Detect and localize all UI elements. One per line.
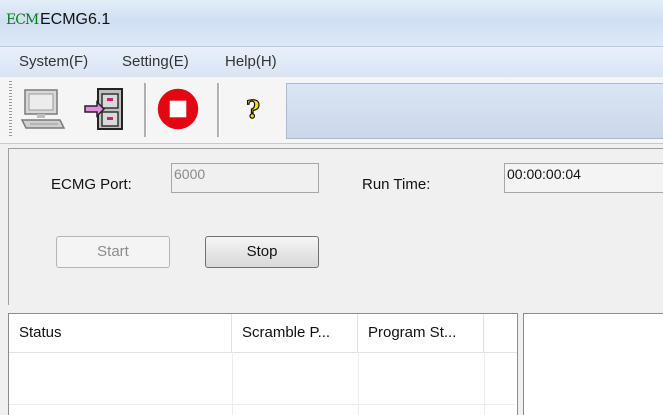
ecmg-port-label: ECMG Port:	[51, 176, 132, 193]
run-time-field: 00:00:00:04	[504, 163, 663, 193]
filing-cabinet-icon[interactable]	[82, 83, 128, 135]
stop-icon[interactable]	[155, 83, 201, 135]
toolbar-separator	[144, 83, 147, 137]
server-panel: ECMG Port: 6000 Run Time: 00:00:00:04 St…	[8, 148, 663, 305]
column-extra[interactable]	[484, 314, 517, 352]
svg-text:?: ?	[246, 95, 260, 124]
run-time-label: Run Time:	[362, 176, 431, 193]
menu-bar: System(F) Setting(E) Help(H)	[0, 46, 663, 77]
computer-icon[interactable]	[20, 83, 66, 135]
column-scramble[interactable]: Scramble P...	[232, 314, 358, 352]
menu-help[interactable]: Help(H)	[225, 53, 277, 70]
toolbar-empty-area	[286, 83, 663, 139]
help-icon[interactable]: ?	[230, 83, 276, 135]
row-divider	[9, 404, 515, 405]
start-button: Start	[56, 236, 170, 268]
column-divider	[484, 352, 485, 415]
toolbar: ?	[0, 77, 663, 144]
menu-setting[interactable]: Setting(E)	[122, 53, 189, 70]
stop-button[interactable]: Stop	[205, 236, 319, 268]
menu-system[interactable]: System(F)	[19, 53, 88, 70]
status-table[interactable]: Status Scramble P... Program St...	[8, 313, 518, 415]
toolbar-separator	[217, 83, 220, 137]
title-bar: ECM ECMG6.1	[0, 0, 663, 46]
table-header: Status Scramble P... Program St...	[9, 314, 517, 353]
toolbar-grip[interactable]	[9, 81, 12, 137]
ecmg-port-field: 6000	[171, 163, 319, 193]
detail-panel[interactable]	[523, 313, 663, 415]
column-divider	[358, 352, 359, 415]
column-program-status[interactable]: Program St...	[358, 314, 484, 352]
window-title: ECMG6.1	[40, 11, 111, 28]
column-status[interactable]: Status	[9, 314, 232, 352]
column-divider	[232, 352, 233, 415]
app-icon: ECM	[6, 12, 39, 28]
